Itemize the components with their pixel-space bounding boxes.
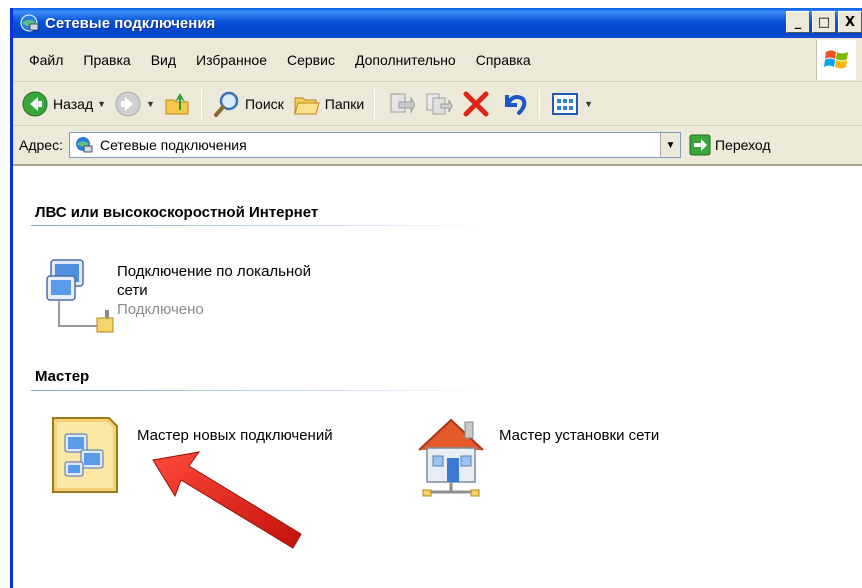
folders-icon [294, 97, 320, 114]
window-controls: _ □ X [786, 11, 862, 33]
lan-connection-label: Подключение по локальной сети Подключено [117, 262, 407, 319]
go-label: Переход [714, 137, 771, 153]
copy-to-button[interactable] [419, 86, 457, 122]
toolbar-separator [374, 88, 376, 119]
lan-connection-status: Подключено [117, 301, 204, 318]
folders-label: Папки [324, 95, 365, 112]
search-icon [213, 91, 239, 117]
group-header-wizard: Мастер [35, 368, 90, 385]
delete-x-icon [463, 91, 489, 116]
undo-button[interactable] [495, 86, 533, 122]
window-title: Сетевые подключения [45, 14, 216, 32]
folder-up-icon [165, 92, 189, 114]
back-arrow-icon [22, 91, 48, 116]
chevron-down-icon[interactable]: ▼ [584, 99, 593, 109]
windows-logo-icon [816, 40, 856, 80]
folders-button[interactable]: Папки [288, 86, 368, 122]
network-connections-icon [20, 14, 39, 32]
minimize-button[interactable]: _ [786, 11, 810, 33]
chevron-down-icon[interactable]: ▼ [97, 99, 106, 109]
lan-connection-name-cont: сети [117, 282, 148, 299]
lan-connection-item[interactable]: Подключение по локальной сети Подключено [43, 256, 403, 346]
forward-button[interactable]: ▼ [110, 86, 159, 122]
address-bar: Адрес: Сетевые подключения ▼ Переход [13, 126, 862, 166]
red-arrow-annotation [152, 451, 302, 549]
chevron-down-icon[interactable]: ▼ [146, 99, 155, 109]
menu-tools[interactable]: Сервис [277, 52, 345, 68]
network-setup-wizard-item[interactable]: Мастер установки сети [413, 412, 713, 502]
views-grid-icon [552, 92, 579, 115]
move-to-icon [390, 93, 416, 114]
address-field[interactable]: Сетевые подключения ▼ [68, 132, 681, 158]
close-button[interactable]: X [838, 11, 862, 33]
menu-advanced[interactable]: Дополнительно [345, 52, 466, 68]
menu-view[interactable]: Вид [141, 52, 186, 68]
go-button[interactable]: Переход [689, 134, 771, 156]
menu-bar: Файл Правка Вид Избранное Сервис Дополни… [13, 38, 862, 82]
forward-arrow-icon [115, 91, 141, 116]
go-arrow-icon [689, 134, 711, 156]
back-button[interactable]: Назад ▼ [17, 86, 110, 122]
new-connection-wizard-label: Мастер новых подключений [137, 427, 333, 444]
delete-button[interactable] [457, 86, 495, 122]
menu-help[interactable]: Справка [466, 52, 541, 68]
address-label: Адрес: [19, 137, 63, 153]
network-connections-icon [75, 137, 93, 153]
search-button[interactable]: Поиск [208, 86, 288, 122]
search-label: Поиск [244, 95, 284, 112]
toolbar-separator [200, 88, 202, 119]
standard-toolbar: Назад ▼ ▼ Поиск Папки ▼ [13, 82, 862, 126]
lan-connection-name: Подключение по локальной [117, 263, 311, 280]
move-to-button[interactable] [381, 86, 419, 122]
address-value: Сетевые подключения [99, 137, 247, 153]
menu-edit[interactable]: Правка [73, 52, 140, 68]
maximize-button[interactable]: □ [812, 11, 836, 33]
menu-favorites[interactable]: Избранное [186, 52, 277, 68]
network-setup-wizard-label: Мастер установки сети [499, 427, 660, 444]
views-button[interactable]: ▼ [546, 86, 597, 122]
title-bar[interactable]: Сетевые подключения _ □ X [13, 8, 862, 38]
group-divider [31, 225, 491, 226]
undo-icon [505, 94, 527, 115]
group-header-lan: ЛВС или высокоскоростной Интернет [35, 204, 319, 221]
network-setup-wizard-icon [418, 418, 484, 497]
toolbar-separator [539, 88, 541, 119]
lan-connection-icon [46, 259, 114, 333]
copy-to-icon [426, 93, 453, 114]
menu-file[interactable]: Файл [13, 52, 73, 68]
explorer-window: Сетевые подключения _ □ X Файл Правка Ви… [10, 8, 862, 588]
chevron-down-icon[interactable]: ▼ [659, 133, 680, 157]
up-folder-button[interactable] [159, 86, 195, 122]
back-label: Назад [53, 95, 94, 112]
new-connection-wizard-icon [52, 417, 118, 493]
group-divider [31, 390, 491, 391]
content-area: ЛВС или высокоскоростной Интернет Подклю… [13, 166, 862, 588]
